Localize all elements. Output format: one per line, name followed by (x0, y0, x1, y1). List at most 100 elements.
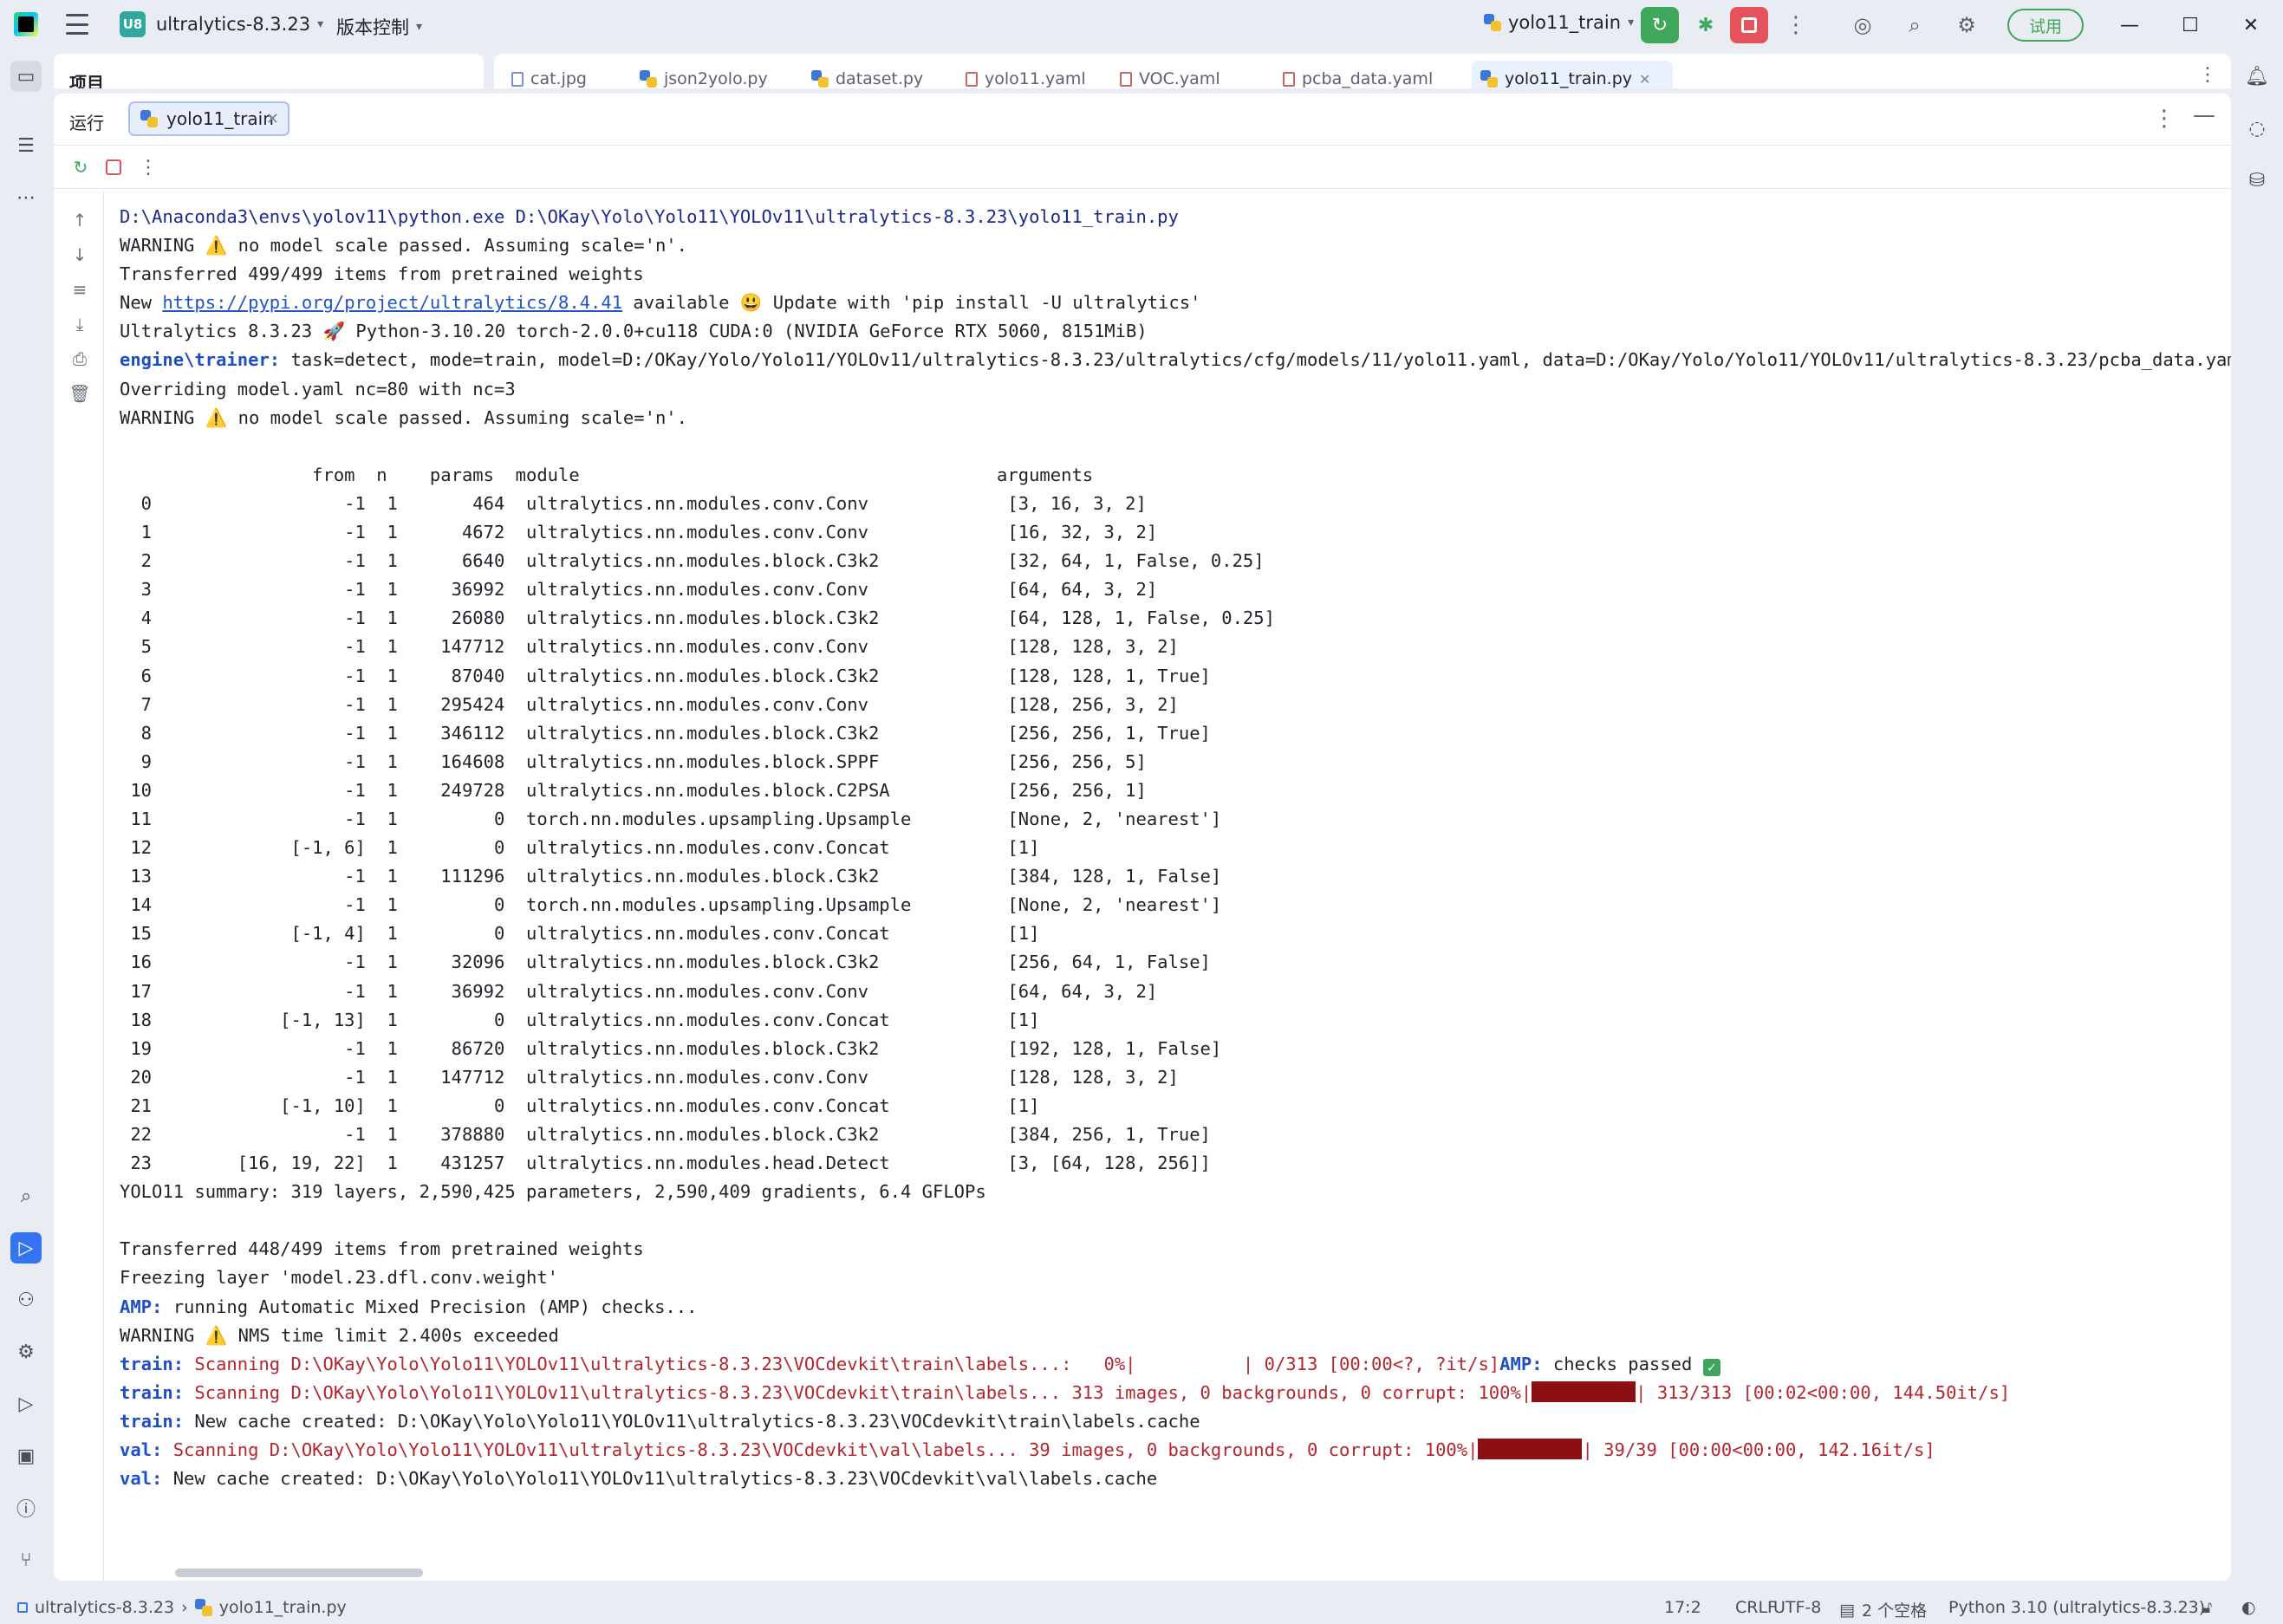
notifications-icon[interactable]: 🔔︎ (2243, 62, 2271, 90)
console-line: Transferred 499/499 items from pretraine… (120, 263, 644, 285)
tab-voc-yaml[interactable]: VOC.yaml (1120, 69, 1220, 88)
run-panel-title: 运行 (69, 113, 104, 133)
lock-icon[interactable]: 🔓︎ (2202, 1598, 2212, 1617)
line-separator[interactable]: CRLF (1735, 1598, 1777, 1617)
run-tab-yolo11-train[interactable]: yolo11_train ✕ (128, 101, 289, 136)
database-icon[interactable]: ⛁ (2243, 166, 2271, 194)
project-selector[interactable]: ultralytics-8.3.23 ▾ (156, 14, 323, 35)
module-icon (17, 1602, 28, 1613)
tab-yolo11-train[interactable]: yolo11_train.py ✕ (1480, 69, 1650, 88)
more-tools-icon[interactable]: ⋯ (10, 182, 42, 213)
arrow-down-icon[interactable]: ↓ (68, 243, 92, 267)
trial-button[interactable]: 试用 (2007, 9, 2084, 42)
console-line: Freezing layer 'model.23.dfl.conv.weight… (120, 1267, 559, 1289)
python-icon (640, 70, 657, 88)
editor-tabs: cat.jpg json2yolo.py dataset.py yolo11.y… (494, 54, 2231, 88)
vcs-menu-label: 版本控制 (336, 17, 409, 38)
python-icon (194, 1599, 212, 1616)
python-console-icon[interactable]: ⚇ (10, 1284, 42, 1315)
project-badge[interactable]: U8 (120, 11, 146, 37)
console-line: Overriding model.yaml nc=80 with nc=3 (120, 378, 516, 400)
status-bar: ultralytics-8.3.23 › yolo11_train.py 17:… (0, 1593, 2283, 1624)
tab-yolo11-yaml[interactable]: yolo11.yaml (966, 69, 1086, 88)
indent-icon: ▤ (1839, 1600, 1855, 1620)
console-line: val: New cache created: D:\OKay\Yolo\Yol… (120, 1468, 1158, 1490)
services-icon[interactable]: ▷ (10, 1388, 42, 1419)
maximize-icon[interactable]: ☐ (2176, 10, 2205, 40)
vcs-menu[interactable]: 版本控制 ▾ (336, 14, 422, 40)
minimize-icon[interactable]: — (2115, 10, 2144, 40)
main-menu-icon[interactable] (66, 14, 88, 35)
chevron-down-icon: ▾ (1628, 16, 1635, 29)
git-icon[interactable]: ⑂ (10, 1544, 42, 1575)
chevron-down-icon: ▾ (416, 20, 423, 34)
console-line: WARNING ⚠️ NMS time limit 2.400s exceede… (120, 1324, 559, 1346)
python-icon (1484, 14, 1501, 31)
table-row: 13 -1 1 111296 ultralytics.nn.modules.bl… (120, 866, 1222, 887)
table-row: 14 -1 1 0 torch.nn.modules.upsampling.Up… (120, 894, 1222, 916)
debug-button[interactable]: ✱ (1687, 7, 1725, 43)
table-row: 21 [-1, 10] 1 0 ultralytics.nn.modules.c… (120, 1095, 1040, 1116)
soft-wrap-icon[interactable]: ≡ (68, 277, 92, 302)
tab-cat-jpg[interactable]: cat.jpg (511, 69, 587, 88)
yaml-file-icon (966, 71, 978, 87)
cursor-position[interactable]: 17:2 (1664, 1598, 1701, 1617)
tab-json2yolo[interactable]: json2yolo.py (640, 69, 768, 88)
console-output[interactable]: D:\Anaconda3\envs\yolov11\python.exe D:\… (120, 191, 2231, 1569)
hide-panel-icon[interactable]: — (2193, 102, 2215, 128)
update-link[interactable]: https://pypi.org/project/ultralytics/8.4… (162, 292, 622, 313)
project-panel-title: 项目 (69, 73, 104, 88)
tabs-more-icon[interactable]: ⋮ (2198, 64, 2217, 86)
ai-chat-icon[interactable]: ◌ (2243, 114, 2271, 142)
image-file-icon (511, 71, 524, 87)
run-icon[interactable]: ▷ (10, 1232, 42, 1263)
yaml-file-icon (1120, 71, 1132, 87)
ai-assistant-icon[interactable]: ◎ (1850, 12, 1876, 38)
yaml-file-icon (1283, 71, 1295, 87)
tab-pcba-data-yaml[interactable]: pcba_data.yaml (1283, 69, 1433, 88)
close-icon[interactable]: ✕ (266, 110, 279, 128)
gear-icon[interactable]: ⚙ (1954, 12, 1980, 38)
breadcrumb-project[interactable]: ultralytics-8.3.23 (35, 1598, 174, 1617)
structure-icon[interactable]: ☰ (10, 130, 42, 161)
table-row: 6 -1 1 87040 ultralytics.nn.modules.bloc… (120, 665, 1211, 686)
chevron-down-icon: ▾ (317, 17, 324, 31)
project-panel-header[interactable]: 项目 (54, 54, 484, 88)
horizontal-scrollbar[interactable] (175, 1569, 423, 1577)
indent-setting[interactable]: ▤ 2 个空格 (1839, 1598, 1927, 1621)
more-options-icon[interactable]: ⋮ (2153, 106, 2176, 132)
table-row: 7 -1 1 295424 ultralytics.nn.modules.con… (120, 693, 1179, 715)
packages-icon[interactable]: ⚙ (10, 1336, 42, 1367)
console-line: WARNING ⚠️ no model scale passed. Assumi… (120, 406, 687, 428)
rerun-icon[interactable]: ↻ (69, 156, 92, 179)
tab-dataset[interactable]: dataset.py (811, 69, 923, 88)
scroll-to-end-icon[interactable]: ⤓ (68, 312, 92, 336)
console-line: Ultralytics 8.3.23 🚀 Python-3.10.20 torc… (120, 321, 1148, 342)
file-encoding[interactable]: UTF-8 (1773, 1598, 1821, 1617)
folder-icon[interactable]: ▭ (10, 61, 42, 92)
python-icon (140, 110, 158, 127)
run-panel: 运行 yolo11_train ✕ ⋮ — ↻ ⋮ ↑ ↓ ≡ ⤓ ⎙ 🗑︎ D… (54, 94, 2231, 1581)
arrow-up-icon[interactable]: ↑ (68, 208, 92, 232)
run-config-selector[interactable]: yolo11_train ▾ (1484, 12, 1634, 33)
problems-icon[interactable]: ⓘ (10, 1492, 42, 1523)
close-icon[interactable]: ✕ (1639, 71, 1650, 88)
search-icon[interactable]: ⌕ (10, 1180, 42, 1212)
more-actions-icon[interactable]: ⋮ (1777, 7, 1815, 43)
pause-icon[interactable]: ◐ (2241, 1598, 2256, 1617)
table-row: 5 -1 1 147712 ultralytics.nn.modules.con… (120, 636, 1179, 658)
python-interpreter[interactable]: Python 3.10 (ultralytics-8.3.23) (1948, 1598, 2205, 1617)
close-icon[interactable]: ✕ (2236, 10, 2266, 40)
console-line: Transferred 448/499 items from pretraine… (120, 1238, 644, 1260)
stop-button[interactable] (1730, 7, 1768, 43)
terminal-icon[interactable]: ▣ (10, 1440, 42, 1471)
rerun-button[interactable]: ↻ (1641, 7, 1679, 43)
progress-bar-train (1532, 1380, 1636, 1402)
right-tool-strip: 🔔︎ ◌ ⛁ (2231, 50, 2283, 1596)
trash-icon[interactable]: 🗑︎ (68, 381, 92, 406)
breadcrumb-file[interactable]: yolo11_train.py (219, 1598, 347, 1617)
more-actions-icon[interactable]: ⋮ (137, 156, 159, 179)
print-icon[interactable]: ⎙ (68, 347, 92, 371)
stop-icon[interactable] (102, 156, 125, 179)
search-icon[interactable]: ⌕ (1902, 12, 1928, 38)
